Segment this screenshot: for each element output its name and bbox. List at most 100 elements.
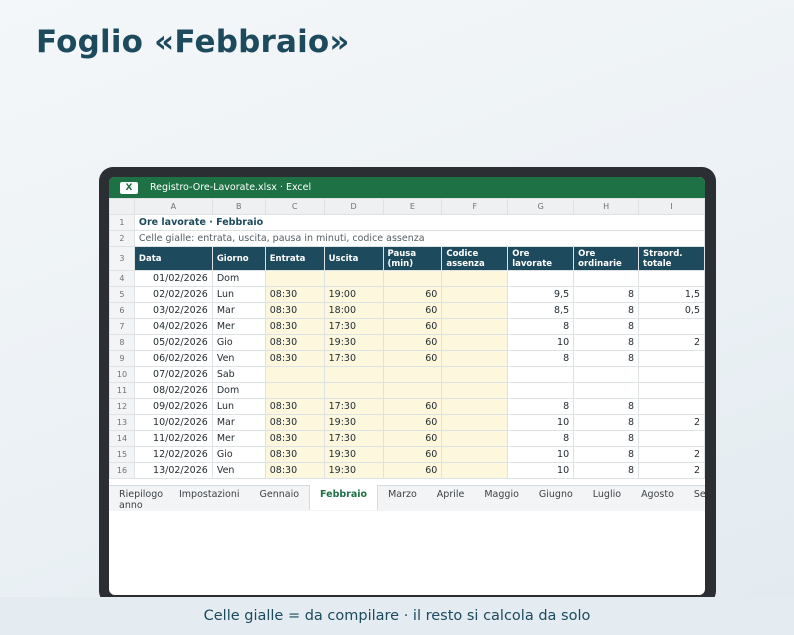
table-cell[interactable]: 17:30 [323,398,384,415]
row-number[interactable]: 1 [109,214,135,231]
sheet-tab[interactable]: Impostazioni [169,486,250,511]
table-cell[interactable]: Mer [211,430,266,447]
table-cell[interactable]: 60 [382,462,443,479]
table-cell[interactable]: 07/02/2026 [133,366,213,383]
row-number[interactable]: 4 [109,270,135,287]
column-title[interactable]: Pausa (min) [382,246,443,271]
table-cell[interactable] [441,286,509,303]
table-cell[interactable]: 60 [382,350,443,367]
column-title[interactable]: Giorno [211,246,266,271]
table-cell[interactable]: 19:30 [323,334,384,351]
table-cell[interactable]: 8 [507,398,575,415]
row-number[interactable]: 2 [109,230,135,247]
table-cell[interactable]: 04/02/2026 [133,318,213,335]
sheet-tab[interactable]: Maggio [474,486,529,511]
table-cell[interactable] [441,270,509,287]
table-cell[interactable]: 2 [638,462,705,479]
table-cell[interactable]: 60 [382,286,443,303]
table-cell[interactable]: 9,5 [507,286,575,303]
column-header[interactable]: F [441,198,509,215]
sheet-tab[interactable]: Riepilogo anno [109,486,169,511]
table-cell[interactable] [323,366,384,383]
column-title[interactable]: Ore ordinarie [573,246,640,271]
table-cell[interactable]: 10 [507,462,575,479]
column-header[interactable]: C [264,198,325,215]
table-cell[interactable]: 08:30 [264,430,325,447]
table-cell[interactable] [441,350,509,367]
sheet-title[interactable]: Ore lavorate · Febbraio [133,214,705,231]
table-cell[interactable] [441,318,509,335]
table-cell[interactable] [573,366,640,383]
row-number[interactable]: 15 [109,446,135,463]
table-cell[interactable] [441,302,509,319]
table-cell[interactable]: 2 [638,414,705,431]
sheet-tab[interactable]: Marzo [378,486,427,511]
column-header[interactable]: G [507,198,575,215]
sheet-tab[interactable]: Agosto [631,486,684,511]
table-cell[interactable] [638,398,705,415]
sheet-tab[interactable]: Giugno [529,486,583,511]
table-cell[interactable] [441,334,509,351]
table-cell[interactable]: 8 [573,398,640,415]
table-cell[interactable] [507,366,575,383]
sheet-tab[interactable]: Aprile [427,486,475,511]
table-cell[interactable]: 60 [382,430,443,447]
table-cell[interactable]: 05/02/2026 [133,334,213,351]
column-title[interactable]: Ore lavorate [507,246,575,271]
table-cell[interactable]: 09/02/2026 [133,398,213,415]
row-number[interactable]: 6 [109,302,135,319]
row-number[interactable]: 11 [109,382,135,399]
table-cell[interactable]: 2 [638,446,705,463]
table-cell[interactable]: Ven [211,462,266,479]
table-cell[interactable]: 18:00 [323,302,384,319]
table-cell[interactable] [638,318,705,335]
table-cell[interactable]: 02/02/2026 [133,286,213,303]
table-cell[interactable]: 8 [573,334,640,351]
table-cell[interactable]: 17:30 [323,318,384,335]
table-cell[interactable]: 08:30 [264,414,325,431]
table-cell[interactable]: 06/02/2026 [133,350,213,367]
table-cell[interactable] [638,270,705,287]
table-cell[interactable] [264,366,325,383]
table-cell[interactable]: 10 [507,414,575,431]
column-title[interactable]: Codice assenza [441,246,509,271]
table-cell[interactable]: 60 [382,302,443,319]
table-cell[interactable]: Lun [211,398,266,415]
table-cell[interactable] [441,446,509,463]
column-header[interactable]: I [638,198,705,215]
table-cell[interactable]: 10 [507,446,575,463]
table-cell[interactable]: 08:30 [264,318,325,335]
table-cell[interactable] [441,366,509,383]
table-cell[interactable] [441,430,509,447]
table-cell[interactable]: 8 [507,430,575,447]
sheet-tab[interactable]: Febbraio [309,485,379,510]
table-cell[interactable] [638,430,705,447]
table-cell[interactable]: 17:30 [323,350,384,367]
table-cell[interactable] [382,270,443,287]
table-cell[interactable]: Dom [211,270,266,287]
row-number[interactable]: 13 [109,414,135,431]
row-number[interactable]: 7 [109,318,135,335]
table-cell[interactable]: 10/02/2026 [133,414,213,431]
table-cell[interactable]: 8 [573,414,640,431]
table-cell[interactable] [382,382,443,399]
table-cell[interactable]: 60 [382,398,443,415]
table-cell[interactable]: 8 [573,318,640,335]
sheet-subtitle[interactable]: Celle gialle: entrata, uscita, pausa in … [133,230,705,247]
row-number[interactable]: 8 [109,334,135,351]
table-cell[interactable]: Lun [211,286,266,303]
table-cell[interactable]: 08:30 [264,398,325,415]
table-cell[interactable]: 8,5 [507,302,575,319]
table-cell[interactable]: Mar [211,302,266,319]
table-cell[interactable]: 60 [382,334,443,351]
table-cell[interactable] [507,382,575,399]
table-cell[interactable]: 17:30 [323,430,384,447]
table-cell[interactable]: 12/02/2026 [133,446,213,463]
table-cell[interactable]: Mar [211,414,266,431]
table-cell[interactable] [264,270,325,287]
row-number[interactable]: 12 [109,398,135,415]
table-cell[interactable]: 8 [573,462,640,479]
column-title[interactable]: Straord. totale [638,246,705,271]
row-number[interactable]: 10 [109,366,135,383]
table-cell[interactable]: 08:30 [264,350,325,367]
